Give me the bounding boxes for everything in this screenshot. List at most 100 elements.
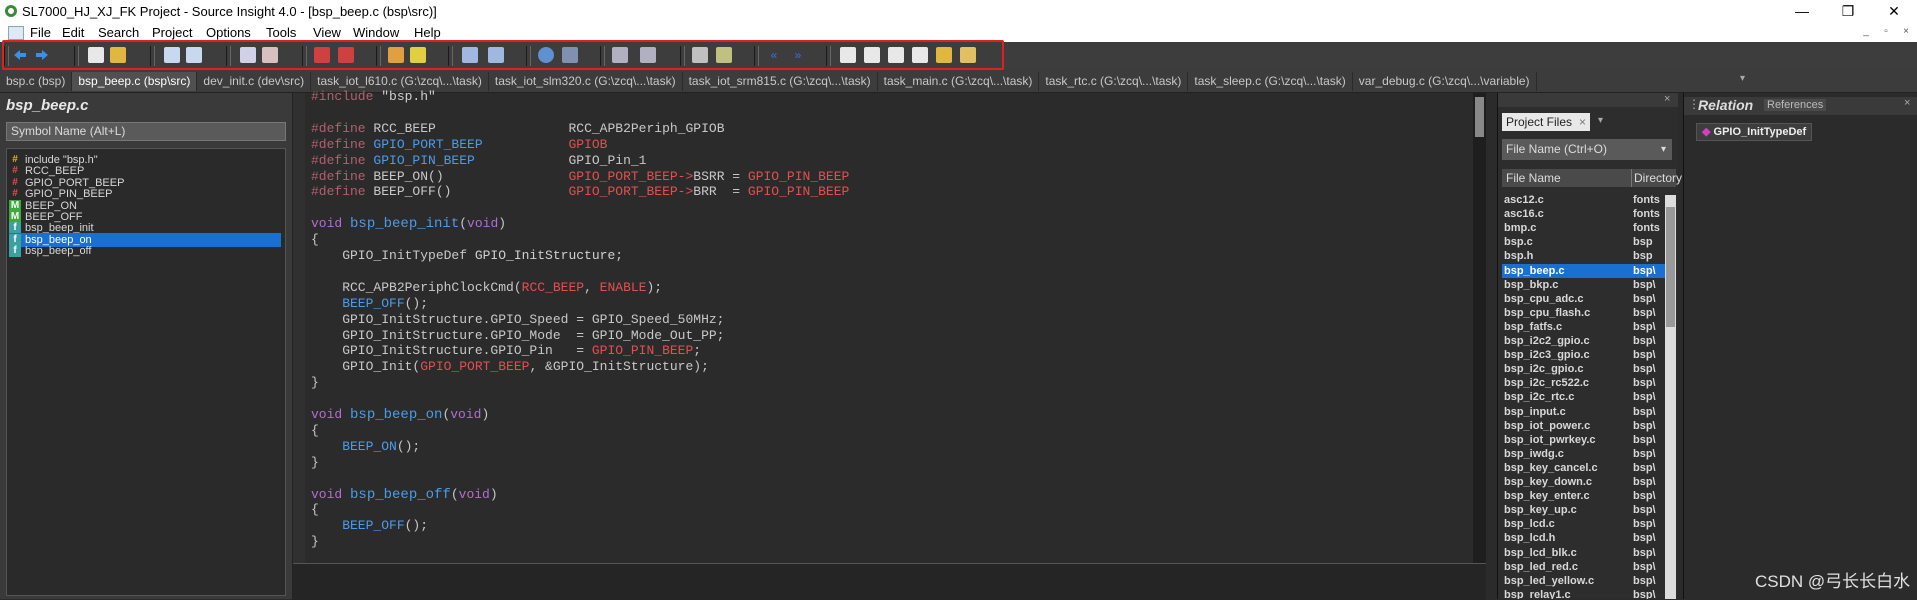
code-token: ();	[404, 295, 429, 311]
file-directory: bsp\	[1633, 546, 1656, 559]
tab-file[interactable]: task_main.c (G:\zcq\...\task)	[878, 72, 1040, 91]
tab-file[interactable]: task_sleep.c (G:\zcq\...\task)	[1188, 72, 1353, 91]
code-token: BEEP_OFF	[311, 295, 405, 311]
file-row[interactable]: bsp_cpu_flash.c bsp\	[1502, 306, 1676, 320]
file-row[interactable]: bsp_bkp.c bsp\	[1502, 278, 1676, 292]
code-token: BSRR =	[693, 168, 748, 184]
file-row[interactable]: bsp_iot_pwrkey.c bsp\	[1502, 433, 1676, 447]
file-directory: bsp	[1633, 250, 1653, 263]
file-row[interactable]: bsp_beep.c bsp\	[1502, 263, 1676, 278]
scrollbar-thumb[interactable]	[1475, 97, 1484, 137]
panel-menu-chevron-icon[interactable]: ▾	[1598, 115, 1603, 126]
file-row[interactable]: bsp_iot_power.c bsp\	[1502, 419, 1676, 433]
file-row[interactable]: bsp_cpu_adc.c bsp\	[1502, 292, 1676, 306]
file-row[interactable]: bsp_iwdg.c bsp\	[1502, 447, 1676, 461]
doc-icon[interactable]	[8, 26, 24, 40]
file-row[interactable]: bsp_lcd.h bsp\	[1502, 531, 1676, 545]
col-directory[interactable]: Directory	[1631, 169, 1682, 187]
window-title: SL7000_HJ_XJ_FK Project - Source Insight…	[22, 4, 437, 19]
file-directory: bsp\	[1633, 447, 1656, 460]
file-row[interactable]: bsp_i2c3_gpio.c bsp\	[1502, 348, 1676, 362]
file-row[interactable]: bsp_i2c2_gpio.c bsp\	[1502, 334, 1676, 348]
menu-project[interactable]: Project	[152, 25, 192, 40]
context-window[interactable]	[293, 563, 1486, 600]
panel-close-icon[interactable]: ×	[1664, 93, 1670, 105]
file-row[interactable]: bsp_i2c_rtc.c bsp\	[1502, 390, 1676, 404]
file-row[interactable]: bmp.c fonts	[1502, 221, 1676, 235]
editor-vertical-scrollbar[interactable]	[1473, 93, 1486, 563]
menu-file[interactable]: File	[30, 25, 51, 40]
tab-project-files[interactable]: Project Files ×	[1502, 113, 1590, 131]
restore-button[interactable]: ❐	[1825, 0, 1871, 22]
code-editor[interactable]: #include "bsp.h" #define RCC_BEEP RCC_APB…	[293, 89, 1476, 563]
tab-references[interactable]: References	[1764, 99, 1827, 111]
relation-node[interactable]: ◆ GPIO_InitTypeDef	[1696, 123, 1813, 141]
tab-file[interactable]: task_rtc.c (G:\zcq\...\task)	[1039, 72, 1189, 91]
symbol-search-input[interactable]: Symbol Name (Alt+L)	[6, 122, 286, 141]
symbol-tree[interactable]: # include "bsp.h" # RCC_BEEP # GPIO_PORT_BEEP…	[6, 148, 286, 596]
file-directory: bsp	[1633, 236, 1653, 249]
file-row[interactable]: bsp.c bsp	[1502, 235, 1676, 249]
file-directory: fonts	[1633, 208, 1660, 221]
code-token: GPIO_Pin_1	[568, 152, 647, 168]
symbol-item[interactable]: f bsp_beep_off	[9, 244, 281, 258]
tab-file[interactable]: task_iot_slm320.c (G:\zcq\...\task)	[489, 72, 683, 91]
mdi-minimize-button[interactable]: _	[1858, 26, 1874, 38]
mdi-restore-button[interactable]: ▫	[1878, 26, 1894, 38]
scrollbar-thumb[interactable]	[1666, 207, 1675, 327]
code-token: bsp_beep_off	[350, 486, 451, 503]
file-list[interactable]: asc12.c fonts asc16.c fonts bmp.c fonts bsp.c b…	[1498, 193, 1678, 599]
code-token: RCC_APB2PeriphClockCmd(	[311, 279, 522, 295]
file-row[interactable]: asc12.c fonts	[1502, 193, 1676, 207]
code-line: #define GPIO_PORT_BEEP GPIOB	[311, 137, 607, 153]
tab-close-icon[interactable]: ×	[1579, 113, 1586, 131]
file-list-scrollbar[interactable]	[1665, 195, 1676, 599]
code-token: #define	[311, 152, 374, 168]
minimize-button[interactable]: —	[1779, 0, 1825, 22]
file-search-input[interactable]: File Name (Ctrl+O) ▾	[1502, 139, 1672, 160]
file-row[interactable]: bsp_key_up.c bsp\	[1502, 503, 1676, 517]
relation-title: Relation	[1698, 97, 1754, 113]
file-row[interactable]: bsp_lcd_blk.c bsp\	[1502, 546, 1676, 560]
mdi-close-button[interactable]: ×	[1898, 26, 1914, 38]
menu-help[interactable]: Help	[414, 25, 441, 40]
code-token: ENABLE	[599, 279, 647, 295]
code-token: GPIO_PIN_BEEP	[747, 184, 850, 200]
tab-file[interactable]: dev_init.c (dev\src)	[197, 72, 312, 91]
file-row[interactable]: bsp_key_cancel.c bsp\	[1502, 461, 1676, 475]
menu-edit[interactable]: Edit	[62, 25, 84, 40]
file-row[interactable]: bsp_key_down.c bsp\	[1502, 475, 1676, 489]
file-row[interactable]: bsp.h bsp	[1502, 249, 1676, 263]
symbol-panel: bsp_beep.c Symbol Name (Alt+L) # include …	[0, 93, 293, 599]
file-row[interactable]: bsp_fatfs.c bsp\	[1502, 320, 1676, 334]
file-directory: bsp\	[1633, 532, 1656, 545]
relation-close-icon[interactable]: ×	[1904, 97, 1910, 109]
file-row[interactable]: bsp_led_red.c bsp\	[1502, 560, 1676, 574]
file-row[interactable]: asc16.c fonts	[1502, 207, 1676, 221]
close-button[interactable]: ✕	[1871, 0, 1917, 22]
menu-options[interactable]: Options	[206, 25, 251, 40]
file-row[interactable]: bsp_i2c_rc522.c bsp\	[1502, 376, 1676, 390]
dropdown-chevron-icon[interactable]: ▾	[1661, 139, 1666, 160]
code-line: {	[311, 423, 319, 439]
menu-tools[interactable]: Tools	[266, 25, 296, 40]
tab-file[interactable]: bsp_beep.c (bsp\src)	[72, 72, 198, 91]
tab-file[interactable]: bsp.c (bsp)	[0, 72, 73, 91]
file-row[interactable]: bsp_relay1.c bsp\	[1502, 588, 1676, 599]
tab-file[interactable]: task_iot_srm815.c (G:\zcq\...\task)	[683, 72, 878, 91]
file-row[interactable]: bsp_key_enter.c bsp\	[1502, 489, 1676, 503]
file-directory: bsp\	[1633, 377, 1656, 390]
file-row[interactable]: bsp_lcd.c bsp\	[1502, 517, 1676, 531]
col-file-name[interactable]: File Name	[1506, 169, 1561, 187]
file-row[interactable]: bsp_led_yellow.c bsp\	[1502, 574, 1676, 588]
file-row[interactable]: bsp_i2c_gpio.c bsp\	[1502, 362, 1676, 376]
tab-list-chevron-icon[interactable]: ▾	[1740, 73, 1745, 84]
file-row[interactable]: bsp_input.c bsp\	[1502, 405, 1676, 419]
menu-window[interactable]: Window	[353, 25, 399, 40]
menu-view[interactable]: View	[313, 25, 341, 40]
code-line: BEEP_ON();	[311, 439, 420, 455]
file-name: bsp_input.c	[1504, 405, 1566, 418]
code-token: #define	[311, 184, 374, 200]
tab-file[interactable]: var_debug.c (G:\zcq\...\variable)	[1353, 72, 1537, 91]
menu-search[interactable]: Search	[98, 25, 139, 40]
